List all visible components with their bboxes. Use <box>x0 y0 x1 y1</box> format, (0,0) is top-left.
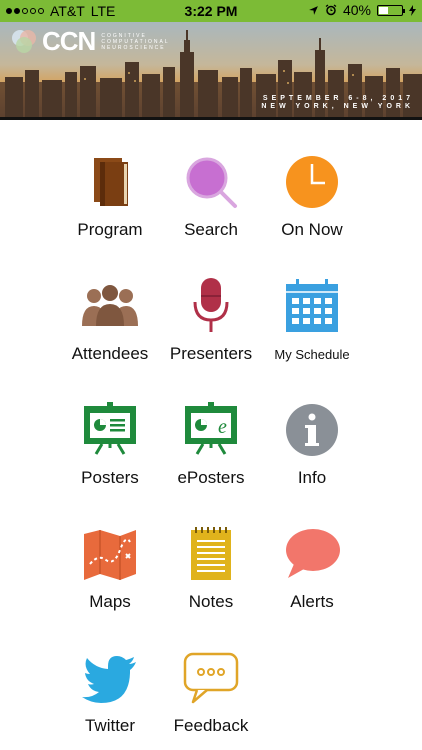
alarm-clock-icon <box>325 4 337 16</box>
speech-bubble-icon <box>286 529 340 578</box>
tile-label-alerts: Alerts <box>290 592 334 611</box>
map-icon <box>84 530 136 580</box>
feedback-bubble-icon <box>183 652 239 704</box>
microphone-icon <box>193 278 229 332</box>
banner-location-line: NEW YORK, NEW YORK <box>261 103 414 110</box>
svg-text:e: e <box>218 416 227 438</box>
clock-icon <box>286 156 338 208</box>
location-arrow-icon <box>309 5 318 15</box>
banner-date: SEPTEMBER 6-8, 2017 NEW YORK, NEW YORK <box>261 95 414 111</box>
twitter-bird-icon <box>82 656 136 703</box>
logo-subtitle: COGNITIVE COMPUTATIONAL NEUROSCIENCE <box>101 33 169 51</box>
tile-label-on-now: On Now <box>281 220 343 239</box>
battery-percent: 40% <box>342 2 371 18</box>
banner-date-line: SEPTEMBER 6-8, 2017 <box>262 95 414 102</box>
battery-icon <box>377 4 405 16</box>
tile-label-feedback: Feedback <box>173 716 249 735</box>
notepad-icon <box>191 527 231 580</box>
battery-fill <box>379 6 388 14</box>
logo-subtitle-3: NEUROSCIENCE <box>101 44 166 51</box>
book-icon <box>94 158 128 206</box>
tile-feedback[interactable]: Feedback <box>146 648 276 736</box>
ccn-logo-circles-icon <box>12 29 36 53</box>
eposter-board-icon: e <box>185 402 237 455</box>
tile-alerts[interactable]: Alerts <box>247 524 377 612</box>
tile-info[interactable]: Info <box>247 400 377 488</box>
logo-text: CCN <box>42 26 96 56</box>
charging-bolt-icon <box>409 4 416 16</box>
calendar-icon <box>286 279 338 332</box>
ccn-logo: CCN COGNITIVE COMPUTATIONAL NEUROSCIENCE <box>10 26 170 57</box>
poster-board-icon <box>84 402 136 455</box>
info-icon <box>286 404 338 456</box>
status-bar: AT&T LTE 3:22 PM 40% <box>0 0 422 22</box>
tile-on-now[interactable]: On Now <box>247 152 377 240</box>
conference-banner: CCN COGNITIVE COMPUTATIONAL NEUROSCIENCE… <box>0 22 422 117</box>
people-icon <box>82 285 138 326</box>
search-icon <box>186 157 237 208</box>
banner-divider <box>0 117 422 120</box>
tile-label-my-schedule: My Schedule <box>274 347 350 362</box>
status-right: 40% <box>308 2 416 18</box>
tile-my-schedule[interactable]: My Schedule <box>247 276 377 362</box>
tile-label-info: Info <box>297 468 327 487</box>
